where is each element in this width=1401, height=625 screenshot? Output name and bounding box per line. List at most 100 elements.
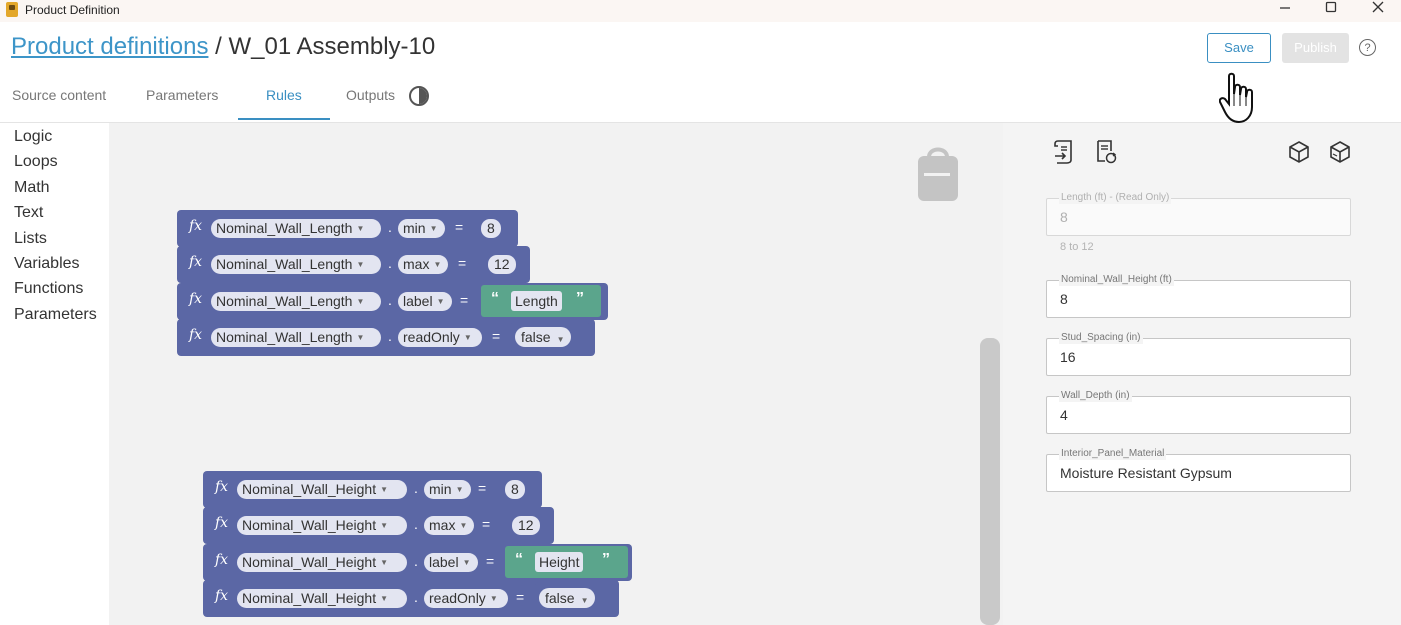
- property-dropdown[interactable]: min ▼: [424, 480, 471, 499]
- field-value: 8: [1060, 209, 1068, 225]
- parameter-name: Nominal_Wall_Length: [216, 256, 353, 272]
- function-icon: fx: [215, 515, 229, 531]
- text-value-block[interactable]: “ Length ”: [481, 285, 601, 317]
- category-loops[interactable]: Loops: [14, 153, 58, 171]
- breadcrumb-separator: /: [208, 33, 229, 60]
- stud-spacing-field[interactable]: Stud_Spacing (in) 16: [1046, 332, 1351, 376]
- breadcrumb-link-product-definitions[interactable]: Product definitions: [11, 33, 208, 60]
- equals-operator: =: [455, 219, 464, 235]
- parameter-dropdown[interactable]: Nominal_Wall_Length ▼: [211, 328, 381, 347]
- nominal-wall-height-field[interactable]: Nominal_Wall_Height (ft) 8: [1046, 274, 1351, 318]
- trash-can-icon[interactable]: [917, 143, 959, 203]
- tab-outputs[interactable]: Outputs: [346, 87, 395, 103]
- field-value[interactable]: 16: [1060, 349, 1076, 365]
- text-value[interactable]: Length: [511, 291, 562, 311]
- equals-operator: =: [482, 516, 491, 532]
- workspace-scrollbar[interactable]: [980, 338, 1000, 625]
- number-value[interactable]: 8: [505, 480, 525, 499]
- category-text[interactable]: Text: [14, 204, 43, 222]
- field-value[interactable]: Moisture Resistant Gypsum: [1060, 465, 1232, 481]
- category-logic[interactable]: Logic: [14, 128, 52, 146]
- property-name: min: [429, 481, 452, 497]
- property-dropdown[interactable]: label ▼: [398, 292, 452, 311]
- parameter-name: Nominal_Wall_Height: [242, 481, 377, 497]
- chevron-down-icon: ▼: [462, 558, 471, 567]
- number-value[interactable]: 8: [481, 219, 501, 238]
- boolean-dropdown[interactable]: false ▼: [515, 327, 571, 347]
- parameter-dropdown[interactable]: Nominal_Wall_Length ▼: [211, 255, 381, 274]
- category-lists[interactable]: Lists: [14, 230, 47, 248]
- category-math[interactable]: Math: [14, 179, 50, 197]
- rule-block-row[interactable]: fx Nominal_Wall_Length ▼ . min ▼ = 8: [177, 210, 518, 247]
- cube-reset-icon[interactable]: [1328, 139, 1352, 165]
- property-dropdown[interactable]: min ▼: [398, 219, 445, 238]
- chevron-down-icon: ▼: [356, 297, 365, 306]
- text-value-block[interactable]: “ Height ”: [505, 546, 628, 578]
- close-quote-icon: ”: [602, 551, 610, 568]
- text-value[interactable]: Height: [535, 552, 584, 572]
- tab-parameters[interactable]: Parameters: [146, 87, 218, 103]
- cube-icon[interactable]: [1287, 139, 1311, 165]
- category-parameters[interactable]: Parameters: [14, 306, 97, 324]
- property-dropdown[interactable]: readOnly ▼: [398, 328, 482, 347]
- parameter-dropdown[interactable]: Nominal_Wall_Height ▼: [237, 553, 407, 572]
- boolean-value-block[interactable]: false ▼: [535, 582, 613, 614]
- rule-block-row[interactable]: fx Nominal_Wall_Length ▼ . label ▼ = “ Len…: [177, 283, 608, 320]
- property-dropdown[interactable]: max ▼: [398, 255, 448, 274]
- tab-rules[interactable]: Rules: [266, 87, 302, 103]
- dot-separator: .: [414, 589, 418, 605]
- dot-separator: .: [414, 480, 418, 496]
- rules-workspace[interactable]: fx Nominal_Wall_Length ▼ . min ▼ = 8 fx No…: [109, 123, 1003, 625]
- rule-block-row[interactable]: fx Nominal_Wall_Height ▼ . label ▼ = “ Hei…: [203, 544, 632, 581]
- maximize-icon[interactable]: [1311, 0, 1351, 20]
- property-name: max: [429, 517, 456, 533]
- close-icon[interactable]: [1358, 0, 1398, 20]
- parameter-name: Nominal_Wall_Length: [216, 329, 353, 345]
- property-name: label: [403, 293, 433, 309]
- property-dropdown[interactable]: max ▼: [424, 516, 474, 535]
- parameter-dropdown[interactable]: Nominal_Wall_Length ▼: [211, 219, 381, 238]
- property-name: max: [403, 256, 430, 272]
- parameter-dropdown[interactable]: Nominal_Wall_Height ▼: [237, 516, 407, 535]
- rule-block-row[interactable]: fx Nominal_Wall_Length ▼ . max ▼ = 12: [177, 246, 530, 283]
- chevron-down-icon: ▼: [459, 521, 468, 530]
- interior-panel-material-field[interactable]: Interior_Panel_Material Moisture Resista…: [1046, 448, 1351, 492]
- chevron-down-icon: ▼: [380, 521, 389, 530]
- parameter-name: Nominal_Wall_Height: [242, 517, 377, 533]
- document-export-icon[interactable]: [1053, 139, 1077, 165]
- rule-block-row[interactable]: fx Nominal_Wall_Height ▼ . max ▼ = 12: [203, 507, 554, 544]
- parameter-dropdown[interactable]: Nominal_Wall_Length ▼: [211, 292, 381, 311]
- equals-operator: =: [478, 480, 487, 496]
- property-dropdown[interactable]: readOnly ▼: [424, 589, 508, 608]
- boolean-dropdown[interactable]: false ▼: [539, 588, 595, 608]
- function-icon: fx: [215, 552, 229, 568]
- boolean-value-block[interactable]: false ▼: [511, 321, 589, 353]
- rule-block-row[interactable]: fx Nominal_Wall_Length ▼ . readOnly ▼ = fa…: [177, 319, 595, 356]
- chevron-down-icon: ▼: [436, 297, 445, 306]
- chevron-down-icon: ▼: [356, 224, 365, 233]
- contrast-toggle-icon[interactable]: [409, 86, 429, 106]
- document-refresh-icon[interactable]: [1094, 139, 1118, 165]
- wall-depth-field[interactable]: Wall_Depth (in) 4: [1046, 390, 1351, 434]
- parameter-dropdown[interactable]: Nominal_Wall_Height ▼: [237, 480, 407, 499]
- property-dropdown[interactable]: label ▼: [424, 553, 478, 572]
- property-name: readOnly: [403, 329, 460, 345]
- rule-block-row[interactable]: fx Nominal_Wall_Height ▼ . readOnly ▼ = fa…: [203, 580, 619, 617]
- field-label: Interior_Panel_Material: [1059, 448, 1167, 460]
- chevron-down-icon: ▼: [580, 596, 589, 605]
- field-value[interactable]: 8: [1060, 291, 1068, 307]
- publish-button[interactable]: Publish: [1282, 33, 1349, 63]
- number-value[interactable]: 12: [512, 516, 540, 535]
- save-button[interactable]: Save: [1207, 33, 1271, 63]
- help-circle-icon[interactable]: ?: [1359, 39, 1376, 56]
- chevron-down-icon: ▼: [489, 594, 498, 603]
- field-label: Length (ft) - (Read Only): [1059, 192, 1172, 204]
- minimize-icon[interactable]: [1265, 0, 1305, 20]
- category-functions[interactable]: Functions: [14, 280, 83, 298]
- number-value[interactable]: 12: [488, 255, 516, 274]
- category-variables[interactable]: Variables: [14, 255, 80, 273]
- parameter-dropdown[interactable]: Nominal_Wall_Height ▼: [237, 589, 407, 608]
- field-value[interactable]: 4: [1060, 407, 1068, 423]
- tab-source-content[interactable]: Source content: [12, 87, 106, 103]
- rule-block-row[interactable]: fx Nominal_Wall_Height ▼ . min ▼ = 8: [203, 471, 542, 508]
